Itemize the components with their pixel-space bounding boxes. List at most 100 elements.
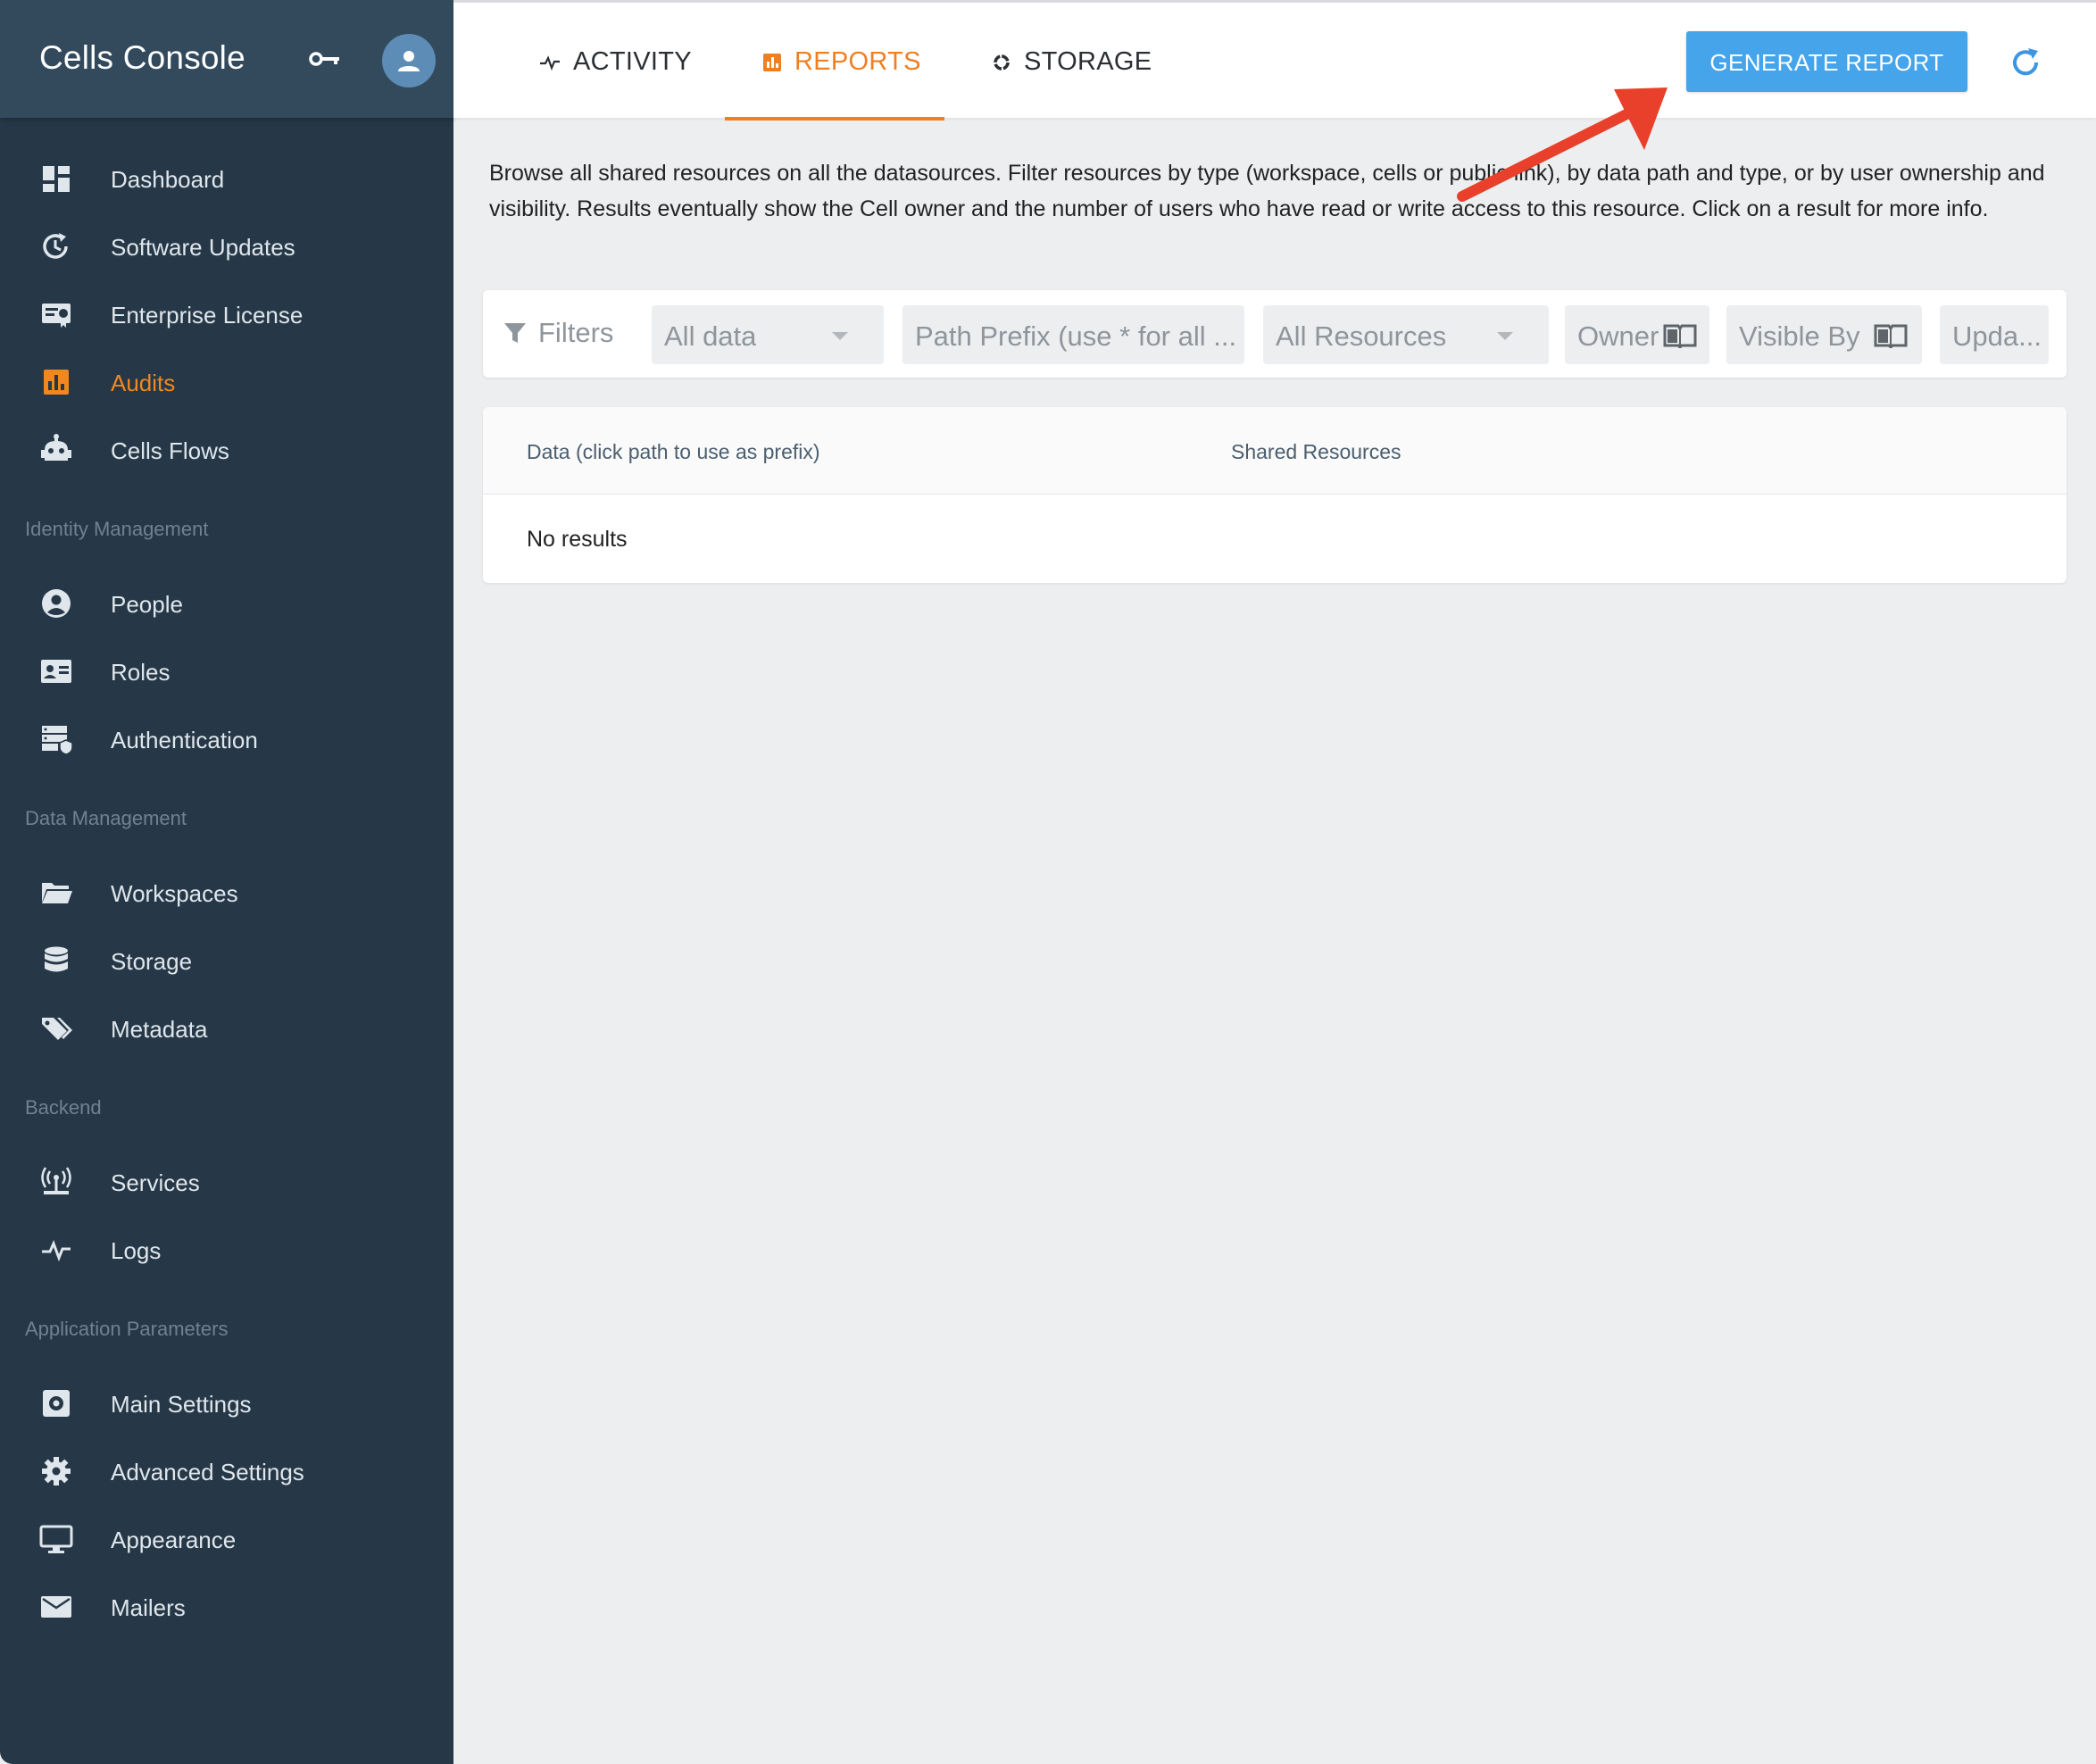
sidebar-item-label: Advanced Settings <box>111 1459 304 1485</box>
database-icon <box>45 946 68 972</box>
sidebar-item-logs[interactable]: Logs <box>0 1223 453 1277</box>
column-header-data[interactable]: Data (click path to use as prefix) <box>527 440 820 464</box>
sidebar-item-label: Enterprise License <box>111 302 304 329</box>
user-avatar-icon <box>398 51 420 71</box>
tab-activity[interactable]: ACTIVITY <box>539 3 692 121</box>
sidebar-item-label: Services <box>111 1169 200 1196</box>
results-table: Data (click path to use as prefix) Share… <box>483 407 2067 583</box>
sidebar: Cells Console Dashboard Software Updates <box>0 0 453 1764</box>
robot-icon <box>41 434 71 461</box>
section-data-management: Data Management <box>25 807 187 829</box>
visible-by-filter[interactable]: Visible By <box>1726 305 1922 364</box>
sidebar-header: Cells Console <box>0 0 453 118</box>
sidebar-item-workspaces[interactable]: Workspaces <box>0 866 453 919</box>
tags-icon <box>42 1018 72 1040</box>
owner-filter[interactable]: Owner <box>1565 305 1709 364</box>
chevron-down-icon <box>832 332 848 340</box>
sidebar-item-advanced-settings[interactable]: Advanced Settings <box>0 1444 453 1498</box>
tab-label: REPORTS <box>794 47 921 76</box>
auth-server-icon <box>42 726 73 755</box>
sidebar-item-authentication[interactable]: Authentication <box>0 712 453 766</box>
sidebar-item-metadata[interactable]: Metadata <box>0 1002 453 1055</box>
gear-icon <box>42 1457 71 1485</box>
license-icon <box>42 304 71 328</box>
sidebar-item-services[interactable]: Services <box>0 1155 453 1209</box>
sidebar-item-label: Appearance <box>111 1527 237 1553</box>
refresh-icon[interactable] <box>2009 46 2042 79</box>
column-header-shared-resources[interactable]: Shared Resources <box>1231 440 1401 464</box>
sidebar-item-label: Authentication <box>111 727 258 753</box>
resources-value: All Resources <box>1276 320 1447 352</box>
sidebar-item-audits[interactable]: Audits <box>0 355 453 409</box>
sidebar-item-label: Dashboard <box>111 166 225 193</box>
settings-box-icon <box>43 1390 70 1417</box>
updated-filter[interactable]: Upda... <box>1940 305 2049 364</box>
sidebar-item-label: Storage <box>111 948 193 975</box>
updated-label: Upda... <box>1952 320 2042 352</box>
id-card-icon <box>41 660 71 683</box>
update-icon <box>43 233 68 259</box>
filters-title: Filters <box>503 317 613 349</box>
tab-storage[interactable]: STORAGE <box>983 3 1161 121</box>
sidebar-item-appearance[interactable]: Appearance <box>0 1512 453 1566</box>
page-description: Browse all shared resources on all the d… <box>489 161 2045 221</box>
visible-by-label: Visible By <box>1739 320 1860 352</box>
sidebar-item-label: Main Settings <box>111 1391 252 1418</box>
sidebar-item-label: Logs <box>111 1237 162 1264</box>
sidebar-item-label: People <box>111 591 183 618</box>
user-icon <box>42 589 71 618</box>
address-book-icon[interactable] <box>1874 323 1908 348</box>
monitor-icon <box>39 1525 73 1553</box>
avatar[interactable] <box>382 34 436 87</box>
sidebar-item-people[interactable]: People <box>0 577 453 630</box>
chevron-down-icon <box>1497 332 1513 340</box>
tab-label: ACTIVITY <box>573 47 692 76</box>
pulse-icon <box>42 1240 71 1262</box>
resources-select[interactable]: All Resources <box>1263 305 1549 364</box>
section-backend: Backend <box>25 1096 102 1119</box>
data-type-value: All data <box>664 320 757 352</box>
sidebar-item-cells-flows[interactable]: Cells Flows <box>0 423 453 477</box>
key-icon[interactable] <box>309 46 341 71</box>
app-title: Cells Console <box>39 39 245 76</box>
tab-reports[interactable]: REPORTS <box>725 3 944 121</box>
sidebar-item-software-updates[interactable]: Software Updates <box>0 220 453 273</box>
address-book-icon[interactable] <box>1663 323 1697 348</box>
path-prefix-placeholder: Path Prefix (use * for all ... <box>915 320 1237 352</box>
data-type-select[interactable]: All data <box>652 305 884 364</box>
owner-label: Owner <box>1577 320 1659 352</box>
antenna-icon <box>41 1167 71 1194</box>
generate-report-button[interactable]: GENERATE REPORT <box>1686 31 1967 92</box>
section-application-parameters: Application Parameters <box>25 1318 229 1340</box>
sidebar-item-main-settings[interactable]: Main Settings <box>0 1377 453 1430</box>
chart-icon <box>44 370 69 395</box>
sidebar-item-label: Audits <box>111 370 176 396</box>
filter-icon <box>504 323 526 343</box>
sidebar-item-label: Metadata <box>111 1016 208 1043</box>
sidebar-item-label: Software Updates <box>111 234 295 261</box>
sidebar-item-roles[interactable]: Roles <box>0 645 453 698</box>
pulse-icon <box>540 54 560 71</box>
top-tabs-bar: ACTIVITY REPORTS STORAGE GENERATE REPORT <box>453 0 2096 121</box>
sidebar-item-label: Roles <box>111 659 171 686</box>
dashboard-icon <box>43 166 70 192</box>
filters-label: Filters <box>538 317 614 348</box>
folder-icon <box>42 883 72 903</box>
generate-report-label: GENERATE REPORT <box>1709 49 1944 76</box>
active-tab-indicator <box>725 117 944 121</box>
path-prefix-input[interactable]: Path Prefix (use * for all ... <box>902 305 1244 364</box>
sidebar-item-mailers[interactable]: Mailers <box>0 1580 453 1634</box>
sidebar-item-enterprise-license[interactable]: Enterprise License <box>0 287 453 341</box>
sidebar-item-label: Workspaces <box>111 880 238 907</box>
filters-bar: Filters All data Path Prefix (use * for … <box>483 290 2067 378</box>
ring-icon <box>994 54 1010 71</box>
sidebar-item-dashboard[interactable]: Dashboard <box>0 152 453 205</box>
mail-icon <box>41 1596 71 1618</box>
sidebar-item-label: Mailers <box>111 1594 186 1621</box>
sidebar-item-label: Cells Flows <box>111 437 229 464</box>
sidebar-item-storage[interactable]: Storage <box>0 934 453 987</box>
table-header: Data (click path to use as prefix) Share… <box>483 407 2067 495</box>
tab-label: STORAGE <box>1024 47 1152 76</box>
section-identity-management: Identity Management <box>25 518 209 540</box>
chart-icon <box>763 53 781 71</box>
